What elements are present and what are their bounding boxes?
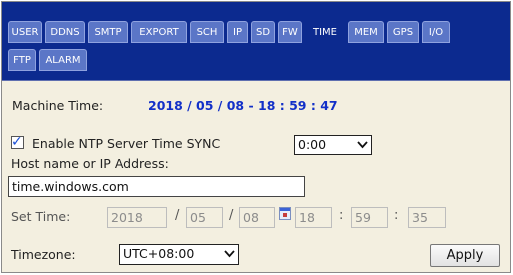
- date-separator: /: [175, 208, 180, 223]
- tab-ftp[interactable]: FTP: [8, 49, 36, 71]
- set-time-year[interactable]: 2018: [107, 207, 167, 228]
- date-separator: /: [229, 208, 234, 223]
- chevron-down-icon: [224, 250, 235, 258]
- ntp-sync-value: 0:00: [298, 137, 327, 152]
- tab-ddns[interactable]: DDNS: [45, 21, 85, 43]
- calendar-icon[interactable]: [279, 207, 291, 220]
- checkmark-icon: ✓: [11, 134, 23, 150]
- tab-smtp[interactable]: SMTP: [88, 21, 128, 43]
- ntp-enable-label: Enable NTP Server Time SYNC: [32, 136, 221, 151]
- tab-mem[interactable]: MEM: [348, 21, 384, 43]
- time-settings-panel: USER DDNS SMTP EXPORT SCH IP SD FW TIME …: [1, 1, 511, 273]
- time-form: Machine Time: 2018 / 05 / 08 - 18 : 59 :…: [2, 81, 510, 272]
- set-time-day[interactable]: 08: [239, 207, 275, 228]
- machine-time-label: Machine Time:: [12, 98, 104, 113]
- timezone-value: UTC+08:00: [123, 246, 195, 261]
- tab-export[interactable]: EXPORT: [131, 21, 187, 43]
- time-separator: :: [339, 208, 344, 223]
- tab-time[interactable]: TIME: [305, 21, 345, 43]
- tab-gps[interactable]: GPS: [387, 21, 419, 43]
- set-time-hour[interactable]: 18: [295, 207, 332, 228]
- tab-bar: USER DDNS SMTP EXPORT SCH IP SD FW TIME …: [2, 2, 510, 81]
- tab-ip[interactable]: IP: [227, 21, 248, 43]
- tab-fw[interactable]: FW: [278, 21, 302, 43]
- machine-time-value: 2018 / 05 / 08 - 18 : 59 : 47: [148, 98, 338, 113]
- tab-sch[interactable]: SCH: [190, 21, 224, 43]
- tab-user[interactable]: USER: [8, 21, 42, 43]
- chevron-down-icon: [357, 141, 368, 149]
- set-time-minute[interactable]: 59: [351, 207, 388, 228]
- tab-io[interactable]: I/O: [422, 21, 450, 43]
- ntp-enable-checkbox[interactable]: ✓: [11, 134, 24, 150]
- tab-alarm[interactable]: ALARM: [39, 49, 87, 71]
- set-time-label: Set Time:: [11, 209, 71, 224]
- set-time-month[interactable]: 05: [186, 207, 223, 228]
- host-label: Host name or IP Address:: [11, 156, 169, 171]
- timezone-select[interactable]: UTC+08:00: [119, 244, 239, 265]
- host-input[interactable]: time.windows.com: [8, 176, 305, 197]
- time-separator: :: [394, 208, 399, 223]
- set-time-second[interactable]: 35: [408, 207, 446, 228]
- timezone-label: Timezone:: [11, 247, 76, 262]
- tab-sd[interactable]: SD: [251, 21, 275, 43]
- ntp-sync-select[interactable]: 0:00: [294, 135, 372, 155]
- apply-button[interactable]: Apply: [430, 244, 500, 267]
